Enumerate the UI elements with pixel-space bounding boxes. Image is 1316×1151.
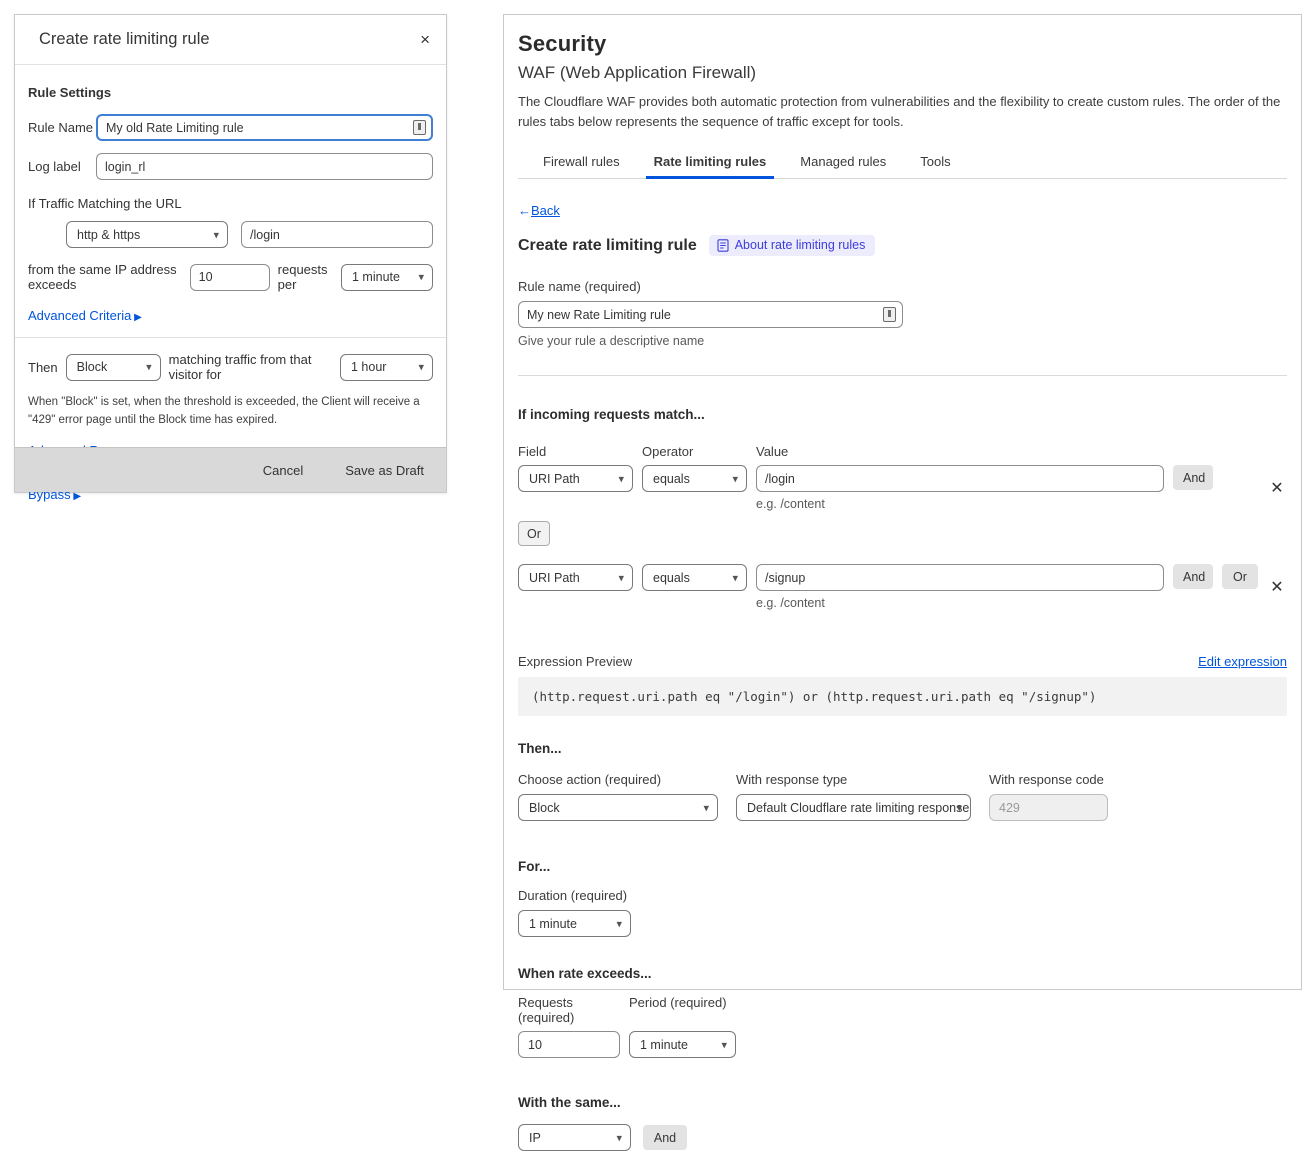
duration-label: Duration (required): [518, 888, 1287, 903]
modal-header: Create rate limiting rule ×: [15, 15, 446, 65]
tab-managed-rules[interactable]: Managed rules: [798, 148, 888, 178]
tab-rate-limiting-rules[interactable]: Rate limiting rules: [652, 148, 769, 178]
document-icon: [717, 239, 729, 252]
tab-bar: Firewall rules Rate limiting rules Manag…: [518, 148, 1287, 179]
page-subtitle: WAF (Web Application Firewall): [518, 63, 1287, 83]
period-label: Period (required): [629, 995, 727, 1025]
or-button[interactable]: Or: [518, 521, 550, 546]
value-column-label: Value: [756, 444, 1287, 459]
and-button[interactable]: And: [1173, 564, 1213, 589]
advanced-criteria-link[interactable]: Advanced Criteria: [28, 308, 142, 323]
requests-label: Requests (required): [518, 995, 629, 1025]
form-title: Create rate limiting rule: [518, 237, 697, 255]
duration-select[interactable]: 1 minute: [518, 910, 631, 937]
value-input[interactable]: [756, 564, 1164, 591]
operator-select[interactable]: equals: [642, 465, 747, 492]
rule-settings-heading: Rule Settings: [28, 85, 433, 100]
rate-heading: When rate exceeds...: [518, 966, 1287, 981]
autofill-icon[interactable]: [883, 307, 896, 322]
scheme-select[interactable]: http & https: [66, 221, 228, 248]
about-rate-limiting-badge[interactable]: About rate limiting rules: [709, 235, 876, 256]
traffic-matching-heading: If Traffic Matching the URL: [28, 196, 433, 211]
operator-column-label: Operator: [642, 444, 747, 459]
response-code-label: With response code: [989, 772, 1108, 787]
value-hint: e.g. /content: [756, 596, 1164, 610]
characteristic-select[interactable]: IP: [518, 1124, 631, 1151]
then-mid-text: matching traffic from that visitor for: [169, 352, 332, 382]
cancel-button[interactable]: Cancel: [263, 463, 303, 478]
waf-page-panel: Security WAF (Web Application Firewall) …: [503, 14, 1302, 990]
response-type-label: With response type: [736, 772, 971, 787]
remove-condition-icon[interactable]: ✕: [1267, 575, 1287, 600]
save-as-draft-button[interactable]: Save as Draft: [345, 463, 424, 478]
about-badge-label: About rate limiting rules: [735, 238, 866, 252]
choose-action-label: Choose action (required): [518, 772, 718, 787]
rule-name-hint: Give your rule a descriptive name: [518, 334, 1287, 348]
same-heading: With the same...: [518, 1095, 1287, 1110]
threshold-mid-text: requests per: [278, 262, 333, 292]
ban-duration-select[interactable]: 1 hour: [340, 354, 433, 381]
rule-name-label: Rule Name: [28, 120, 96, 135]
field-column-label: Field: [518, 444, 633, 459]
and-button[interactable]: And: [1173, 465, 1213, 490]
threshold-input[interactable]: [190, 264, 270, 291]
and-characteristic-button[interactable]: And: [643, 1125, 687, 1150]
then-label: Then: [28, 360, 58, 375]
response-code-input: [989, 794, 1108, 821]
log-label-label: Log label: [28, 159, 96, 174]
divider: [15, 337, 446, 338]
edit-expression-link[interactable]: Edit expression: [1198, 654, 1287, 669]
divider: [518, 375, 1287, 376]
field-select[interactable]: URI Path: [518, 465, 633, 492]
modal-footer: Cancel Save as Draft: [15, 447, 446, 492]
period-select[interactable]: 1 minute: [629, 1031, 736, 1058]
back-arrow-icon: ←: [518, 203, 531, 218]
rule-name-label: Rule name (required): [518, 279, 1287, 294]
value-hint: e.g. /content: [756, 497, 1164, 511]
then-heading: Then...: [518, 741, 1287, 756]
value-input[interactable]: [756, 465, 1164, 492]
response-type-select[interactable]: Default Cloudflare rate limiting respons…: [736, 794, 971, 821]
requests-input[interactable]: [518, 1031, 620, 1058]
condition-row: URI Path equals e.g. /content And Or ✕: [518, 564, 1287, 610]
rule-name-input[interactable]: [96, 114, 433, 141]
operator-select[interactable]: equals: [642, 564, 747, 591]
rule-name-input[interactable]: [518, 301, 903, 328]
expression-preview-label: Expression Preview: [518, 654, 632, 669]
autofill-icon[interactable]: [413, 120, 426, 135]
expression-preview-code: (http.request.uri.path eq "/login") or (…: [518, 677, 1287, 716]
close-icon[interactable]: ×: [420, 31, 430, 48]
choose-action-select[interactable]: Block: [518, 794, 718, 821]
or-button[interactable]: Or: [1222, 564, 1258, 589]
condition-row: URI Path equals e.g. /content And ✕: [518, 465, 1287, 511]
block-note-text: When "Block" is set, when the threshold …: [28, 394, 423, 430]
create-rate-limit-modal: Create rate limiting rule × Rule Setting…: [14, 14, 447, 493]
url-input[interactable]: [241, 221, 433, 248]
log-label-input[interactable]: [96, 153, 433, 180]
match-heading: If incoming requests match...: [518, 407, 1287, 422]
tab-tools[interactable]: Tools: [918, 148, 952, 178]
field-select[interactable]: URI Path: [518, 564, 633, 591]
for-heading: For...: [518, 859, 1287, 874]
remove-condition-icon[interactable]: ✕: [1267, 476, 1287, 501]
page-title: Security: [518, 31, 1287, 57]
tab-firewall-rules[interactable]: Firewall rules: [541, 148, 622, 178]
action-select[interactable]: Block: [66, 354, 161, 381]
back-link[interactable]: ←Back: [518, 203, 560, 218]
threshold-prefix-text: from the same IP address exceeds: [28, 262, 182, 292]
modal-title: Create rate limiting rule: [39, 30, 420, 49]
period-select[interactable]: 1 minute: [341, 264, 433, 291]
page-description: The Cloudflare WAF provides both automat…: [518, 92, 1287, 131]
